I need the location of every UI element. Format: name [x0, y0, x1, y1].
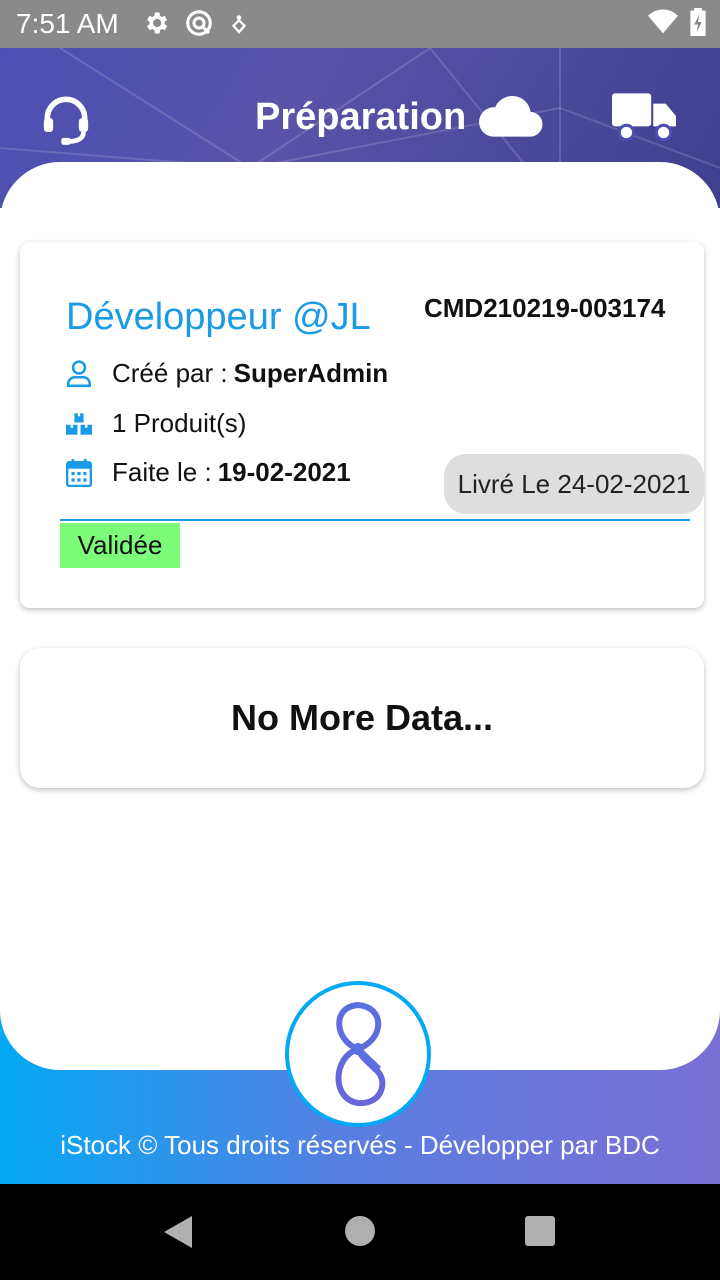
battery-icon — [690, 8, 706, 36]
created-by-value: SuperAdmin — [233, 358, 389, 388]
made-on-label: Faite le : — [112, 457, 212, 487]
home-icon[interactable] — [345, 1216, 375, 1246]
created-by-label: Créé par : — [112, 358, 228, 388]
products-count: 1 Produit(s) — [112, 408, 247, 438]
istock-logo-icon — [335, 1001, 386, 1107]
page-title: Préparation — [255, 96, 467, 138]
back-icon[interactable] — [164, 1216, 194, 1248]
user-icon — [66, 359, 92, 387]
truck-icon[interactable] — [612, 88, 678, 144]
made-on-row: Faite le : 19-02-2021 — [66, 457, 351, 488]
divider — [60, 519, 690, 521]
footer-text: iStock © Tous droits réservés - Développ… — [60, 1130, 660, 1160]
delivered-badge: Livré Le 24-02-2021 — [444, 454, 704, 514]
calendar-icon — [66, 458, 92, 487]
client-name: Développeur @JL — [66, 296, 371, 338]
products-row: 1 Produit(s) — [66, 408, 246, 439]
boxes-icon — [66, 412, 92, 435]
headset-icon[interactable] — [38, 90, 94, 146]
settings-icon — [147, 12, 168, 34]
no-more-data-card: No More Data... — [20, 648, 704, 788]
status-time: 7:51 AM — [16, 8, 119, 39]
location-icon — [231, 15, 247, 34]
app-logo[interactable] — [285, 981, 431, 1127]
status-badge: Validée — [60, 523, 180, 568]
order-code: CMD210219-003174 — [424, 293, 666, 323]
sync-icon — [186, 10, 212, 36]
wifi-icon — [648, 9, 678, 34]
made-on-value: 19-02-2021 — [217, 457, 351, 487]
cloud-icon — [479, 95, 543, 137]
status-bar: 7:51 AM — [0, 0, 720, 48]
recent-apps-icon[interactable] — [525, 1216, 555, 1246]
created-by-row: Créé par : SuperAdmin — [66, 358, 388, 389]
